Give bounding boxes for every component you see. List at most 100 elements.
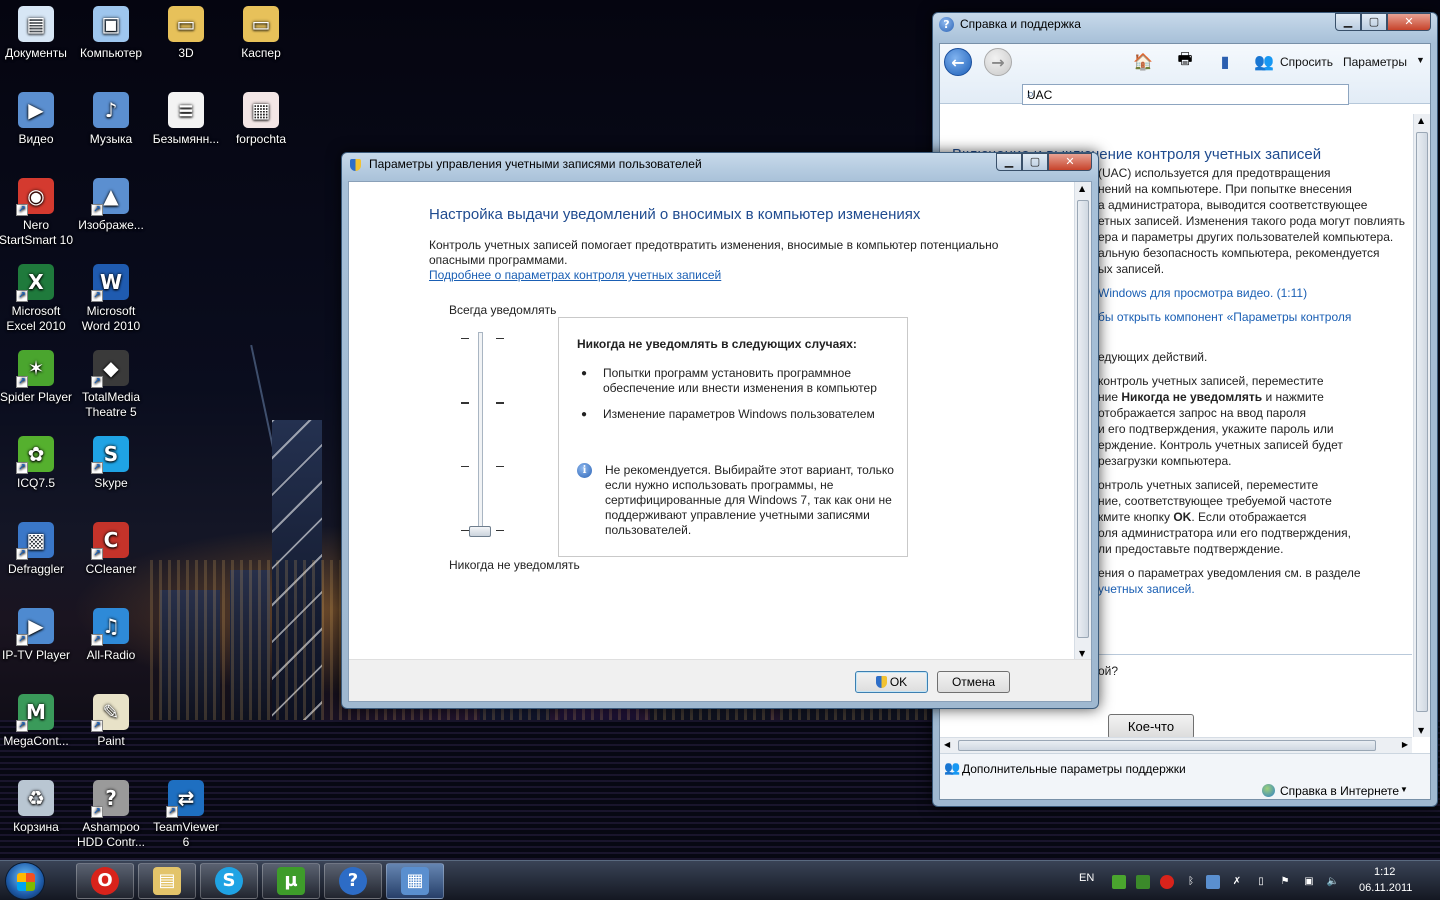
something-button[interactable]: Кое-что <box>1108 714 1194 739</box>
desktop-icon[interactable]: ▲ ↗ Изображе... <box>73 178 149 233</box>
desktop-icon[interactable]: ♫ ↗ All-Radio <box>73 608 149 663</box>
ask-button[interactable]: Спросить <box>1280 55 1333 69</box>
maximize-button[interactable]: ▢ <box>1022 153 1048 171</box>
desktop-icon[interactable]: ✎ ↗ Paint <box>73 694 149 749</box>
close-button[interactable]: ✕ <box>1048 153 1092 171</box>
help-search-box[interactable]: UAC ⌕ <box>1022 84 1349 105</box>
action-center-icon[interactable]: ⚑ <box>1278 875 1292 889</box>
desktop-icon[interactable]: ▶ Видео <box>0 92 74 147</box>
desktop-icon[interactable]: ♪ Музыка <box>73 92 149 147</box>
taskbar-button-help[interactable]: ? <box>324 863 382 899</box>
uac-titlebar[interactable]: Параметры управления учетными записями п… <box>342 153 1098 175</box>
desktop-icon[interactable]: C ↗ CCleaner <box>73 522 149 577</box>
desktop-icon[interactable]: ✶ ↗ Spider Player <box>0 350 74 405</box>
help-article-link[interactable]: учетных записей. <box>1098 582 1195 596</box>
clock-date[interactable]: 06.11.2011 <box>1359 882 1412 894</box>
slider-thumb[interactable] <box>469 526 491 537</box>
spider-player-icon: ✶ ↗ <box>16 350 54 388</box>
scroll-up-icon[interactable]: ▲ <box>1079 184 1085 193</box>
bullet-icon: ● <box>581 409 588 420</box>
online-help-button[interactable]: Справка в Интернете <box>1280 784 1399 798</box>
desktop-icon[interactable]: M ↗ MegaCont... <box>0 694 74 749</box>
print-icon[interactable]: 🖶 <box>1174 49 1196 72</box>
uac-vertical-scrollbar[interactable]: ▲ ▼ <box>1074 182 1091 660</box>
scroll-thumb[interactable] <box>1416 132 1428 712</box>
desktop-icon[interactable]: ≡ Безымянн... <box>148 92 224 147</box>
tray-app-icon[interactable] <box>1136 875 1150 889</box>
tray-app-icon[interactable] <box>1112 875 1126 889</box>
chevron-down-icon[interactable]: ▼ <box>1416 55 1425 65</box>
network-icon[interactable]: ▣ <box>1302 875 1316 889</box>
taskbar-button-utorrent[interactable]: µ <box>262 863 320 899</box>
taskbar-button-control-panel[interactable]: ▦ <box>386 863 444 899</box>
desktop-icon[interactable]: ✿ ↗ ICQ7.5 <box>0 436 74 491</box>
scroll-up-icon[interactable]: ▲ <box>1418 116 1424 125</box>
desktop-icon[interactable]: ♻ Корзина <box>0 780 74 835</box>
volume-icon[interactable]: 🔈 <box>1326 875 1340 889</box>
scroll-left-icon[interactable]: ◀ <box>944 740 950 749</box>
bluetooth-icon[interactable]: ᛒ <box>1184 875 1198 889</box>
home-icon[interactable]: 🏠 <box>1132 50 1154 72</box>
language-indicator[interactable]: EN <box>1079 872 1094 884</box>
back-button[interactable]: ← <box>944 48 972 76</box>
help-titlebar[interactable]: ? Справка и поддержка ▁ ▢ ✕ <box>933 13 1437 35</box>
desktop-icon[interactable]: ▩ ↗ Defraggler <box>0 522 74 577</box>
desktop-icon[interactable]: ? ↗ Ashampoo HDD Contr... <box>73 780 149 850</box>
help-article-link[interactable]: Windows для просмотра видео. (1:11) <box>1098 286 1307 300</box>
tray-app-icon[interactable] <box>1206 875 1220 889</box>
explorer-folder-icon: ▤ <box>153 867 181 895</box>
taskbar-button-explorer[interactable]: ▤ <box>138 863 196 899</box>
music-library-icon: ♪ <box>93 92 129 128</box>
ask-icon[interactable]: 👥 <box>1253 50 1275 72</box>
clock-time[interactable]: 1:12 <box>1374 866 1395 878</box>
learn-more-link[interactable]: Подробнее о параметрах контроля учетных … <box>429 268 721 282</box>
desktop-icon[interactable]: ▣ Компьютер <box>73 6 149 61</box>
help-article-link[interactable]: бы открыть компонент «Параметры контроля <box>1098 310 1351 324</box>
browse-help-icon[interactable]: ▮ <box>1214 50 1236 72</box>
scroll-right-icon[interactable]: ▶ <box>1402 740 1408 749</box>
tray-app-icon[interactable]: ✗ <box>1230 875 1244 889</box>
ok-button[interactable]: OK <box>855 671 928 693</box>
taskbar-button-skype[interactable]: S <box>200 863 258 899</box>
minimize-button[interactable]: ▁ <box>996 153 1022 171</box>
desktop-icon-label: Музыка <box>89 132 133 146</box>
start-button[interactable] <box>5 862 45 900</box>
arrow-left-icon: ← <box>951 52 965 72</box>
close-button[interactable]: ✕ <box>1387 13 1431 31</box>
forward-button[interactable]: → <box>984 48 1012 76</box>
chevron-down-icon[interactable]: ▼ <box>1400 785 1408 794</box>
desktop-icon[interactable]: ▦ forpochta <box>223 92 299 147</box>
taskbar-button-opera[interactable]: O <box>76 863 134 899</box>
desktop-icon[interactable]: ▶ ↗ IP-TV Player <box>0 608 74 663</box>
iptv-icon: ▶ ↗ <box>16 608 54 646</box>
folder-icon: ▭ <box>243 6 279 42</box>
desktop-icon[interactable]: S ↗ Skype <box>73 436 149 491</box>
scroll-thumb[interactable] <box>958 740 1376 751</box>
additional-support-link[interactable]: Дополнительные параметры поддержки <box>962 762 1186 776</box>
help-vertical-scrollbar[interactable]: ▲ ▼ <box>1413 114 1430 737</box>
scroll-down-icon[interactable]: ▼ <box>1079 649 1085 658</box>
uac-settings-dialog[interactable]: Параметры управления учетными записями п… <box>341 152 1099 709</box>
slider-tick <box>461 530 469 531</box>
desktop-icon[interactable]: ◉ ↗ Nero StartSmart 10 <box>0 178 74 248</box>
help-article-text: ения о параметрах уведомления см. в разд… <box>1098 566 1361 580</box>
scroll-down-icon[interactable]: ▼ <box>1418 726 1424 735</box>
cancel-button[interactable]: Отмена <box>937 671 1010 693</box>
options-button[interactable]: Параметры <box>1343 55 1407 69</box>
search-icon[interactable]: ⌕ <box>1027 86 1344 102</box>
desktop-icon[interactable]: ▤ Документы <box>0 6 74 61</box>
scroll-thumb[interactable] <box>1077 200 1089 638</box>
desktop-icon[interactable]: ◆ ↗ TotalMedia Theatre 5 <box>73 350 149 420</box>
desktop-icon[interactable]: W ↗ Microsoft Word 2010 <box>73 264 149 334</box>
notification-level-slider[interactable] <box>478 332 483 534</box>
desktop-icon[interactable]: ▭ 3D <box>148 6 224 61</box>
desktop-icon[interactable]: ▭ Каспер <box>223 6 299 61</box>
opera-tray-icon[interactable] <box>1160 875 1174 889</box>
desktop-icon[interactable]: ⇄ ↗ TeamViewer 6 <box>148 780 224 850</box>
desktop-icon[interactable]: X ↗ Microsoft Excel 2010 <box>0 264 74 334</box>
tray-app-icon[interactable]: ▯ <box>1254 875 1268 889</box>
help-article-text: резагрузки компьютера. <box>1098 454 1232 468</box>
maximize-button[interactable]: ▢ <box>1361 13 1387 31</box>
minimize-button[interactable]: ▁ <box>1335 13 1361 31</box>
help-horizontal-scrollbar[interactable]: ◀ ▶ <box>940 737 1412 753</box>
